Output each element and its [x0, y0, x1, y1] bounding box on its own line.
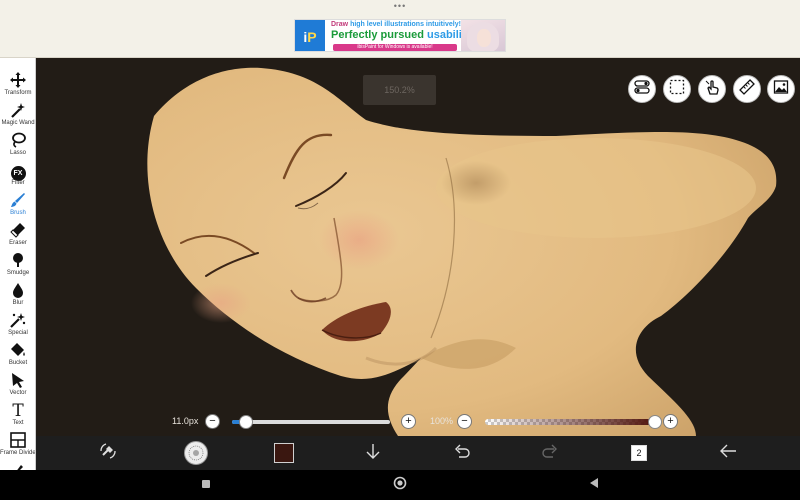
toggle-panel-button[interactable]	[628, 75, 656, 103]
opacity-decrease-button[interactable]: −	[457, 414, 472, 429]
triangle-back-icon	[588, 476, 600, 494]
tool-brush[interactable]: Brush	[0, 192, 35, 222]
tool-text[interactable]: T Text	[0, 401, 35, 432]
sparkle-wand-icon	[0, 312, 35, 330]
tool-filter[interactable]: FX Filter	[0, 162, 35, 192]
arrow-down-icon	[364, 442, 382, 465]
system-navigation-bar	[0, 470, 800, 500]
image-icon	[773, 79, 789, 100]
tool-sidebar: Transform Magic Wand Lasso FX Filter Bru…	[0, 58, 36, 470]
color-picker-button[interactable]	[270, 440, 298, 466]
cursor-arrow-icon	[0, 372, 35, 390]
circle-home-icon	[393, 476, 407, 495]
tool-frame-divider[interactable]: Frame Divider	[0, 432, 35, 462]
brush-icon	[0, 192, 35, 210]
tool-transform[interactable]: Transform	[0, 72, 35, 102]
opacity-thumb[interactable]	[648, 415, 662, 429]
ad-character-image	[461, 20, 505, 51]
ibispaint-app: ••• iP Draw high level illustrations int…	[0, 0, 800, 500]
ibispaint-logo: iP	[295, 20, 325, 51]
brush-slider-strip: 11.0px − + 100% − +	[36, 408, 800, 436]
brush-size-value: 11.0px	[172, 416, 199, 426]
ruler-icon	[739, 78, 755, 100]
pen-tip-icon	[0, 460, 35, 470]
ruler-button[interactable]	[733, 75, 761, 103]
ad-headline: Perfectly pursued usability!	[331, 29, 476, 41]
undo-button[interactable]	[448, 440, 476, 466]
toggle-switches-icon	[634, 79, 650, 100]
brush-size-slider[interactable]	[232, 415, 390, 429]
ad-tagline: ibisPaint for Windows is available!	[333, 44, 457, 51]
current-color-swatch	[274, 443, 294, 463]
selection-button[interactable]	[663, 75, 691, 103]
redo-icon	[541, 442, 559, 465]
tool-smudge[interactable]: Smudge	[0, 252, 35, 282]
fx-icon: FX	[10, 166, 26, 181]
reference-image-button[interactable]	[767, 75, 795, 103]
artwork-painting	[147, 67, 777, 436]
move-arrows-icon	[0, 72, 35, 90]
back-button[interactable]	[714, 440, 742, 466]
tool-special[interactable]: Special	[0, 312, 35, 342]
toolbar-more-handle[interactable]	[0, 460, 35, 470]
eraser-icon	[0, 222, 35, 240]
home-button[interactable]	[392, 476, 408, 495]
zoom-level-indicator: 150.2%	[363, 75, 436, 105]
opacity-increase-button[interactable]: +	[663, 414, 678, 429]
brush-picker-button[interactable]	[182, 440, 210, 466]
layers-icon: 2	[631, 445, 653, 467]
tool-eraser[interactable]: Eraser	[0, 222, 35, 252]
brush-swap-button[interactable]	[94, 440, 122, 466]
tool-blur[interactable]: Blur	[0, 282, 35, 312]
download-button[interactable]	[359, 440, 387, 466]
ad-creative[interactable]: iP Draw high level illustrations intuiti…	[294, 19, 506, 52]
tool-lasso[interactable]: Lasso	[0, 132, 35, 162]
tool-bucket[interactable]: Bucket	[0, 342, 35, 372]
square-icon	[201, 476, 211, 494]
tool-vector[interactable]: Vector	[0, 372, 35, 402]
opacity-value: 100%	[430, 416, 454, 426]
text-t-icon: T	[12, 401, 24, 421]
layers-button[interactable]: 2	[625, 440, 653, 467]
ad-menu-dots[interactable]: •••	[0, 1, 800, 11]
brush-size-decrease-button[interactable]: −	[205, 414, 220, 429]
brush-preview-icon	[184, 441, 208, 465]
drawing-canvas[interactable]: 150.2%	[36, 58, 800, 436]
prevent-touch-button[interactable]	[698, 75, 726, 103]
recents-button[interactable]	[198, 477, 214, 493]
droplet-icon	[0, 282, 35, 300]
redo-button[interactable]	[536, 440, 564, 466]
bottom-toolbar: 2	[36, 436, 800, 470]
magic-wand-icon	[0, 102, 35, 120]
brush-size-thumb[interactable]	[239, 415, 254, 429]
brush-size-increase-button[interactable]: +	[401, 414, 416, 429]
undo-icon	[453, 442, 471, 465]
frame-divider-icon	[0, 432, 35, 450]
tool-magic-wand[interactable]: Magic Wand	[0, 102, 35, 132]
arrow-left-icon	[718, 442, 738, 465]
bucket-icon	[0, 342, 35, 360]
system-back-button[interactable]	[586, 477, 602, 493]
dashed-selection-icon	[669, 79, 685, 100]
lasso-icon	[0, 132, 35, 150]
smudge-icon	[0, 252, 35, 270]
brush-eraser-swap-icon	[98, 441, 118, 466]
ad-banner: ••• iP Draw high level illustrations int…	[0, 0, 800, 58]
hand-touch-icon	[704, 79, 720, 100]
opacity-slider[interactable]	[485, 415, 662, 429]
ad-headline-small: Draw high level illustrations intuitivel…	[331, 21, 461, 28]
